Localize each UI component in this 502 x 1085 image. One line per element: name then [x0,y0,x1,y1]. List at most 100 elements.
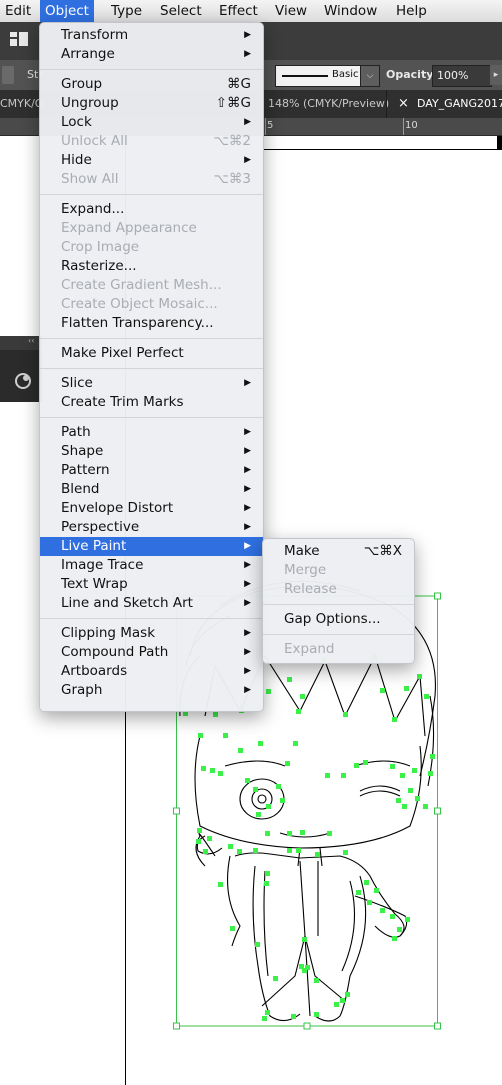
menu-item-clipping-mask[interactable]: Clipping Mask ▶ [40,624,263,643]
menu-item-graph[interactable]: Graph ▶ [40,681,263,700]
menu-item-line-and-sketch-art[interactable]: Line and Sketch Art ▶ [40,594,263,613]
menu-item-ungroup[interactable]: Ungroup ⇧⌘G [40,94,263,113]
menu-item-label: Path [61,424,91,440]
menu-item-envelope-distort[interactable]: Envelope Distort ▶ [40,499,263,518]
tab-document-2[interactable]: 148% (CMYK/Preview) [268,90,389,118]
menu-item-label: Unlock All [61,133,128,149]
menu-item-label: Blend [61,481,100,497]
menu-item-label: Crop Image [61,239,140,255]
opacity-field[interactable]: 100% [432,65,492,87]
menu-item-shortcut: ⌘G [227,76,251,92]
menu-item-label: Merge [284,562,327,578]
menu-item-text-wrap[interactable]: Text Wrap ▶ [40,575,263,594]
submenu-arrow-icon: ▶ [244,628,251,638]
ruler-label-5: 5 [267,120,274,131]
ruler-label-10: 10 [405,120,418,131]
menu-item-shortcut: ⌥⌘2 [213,133,251,149]
submenu-arrow-icon: ▶ [244,560,251,570]
menu-item-blend[interactable]: Blend ▶ [40,480,263,499]
menu-item-hide[interactable]: Hide ▶ [40,151,263,170]
menu-item-label: Expand Appearance [61,220,197,236]
ruler-tick [403,118,404,135]
menu-item-image-trace[interactable]: Image Trace ▶ [40,556,263,575]
menu-item-label: Group [61,76,103,92]
menu-item-create-object-mosaic: Create Object Mosaic... [40,295,263,314]
menu-item-compound-path[interactable]: Compound Path ▶ [40,643,263,662]
tab-divider [386,90,387,118]
menu-item-label: Expand... [61,201,125,217]
submenu-arrow-icon: ▶ [244,647,251,657]
menu-help[interactable]: Help [391,0,432,22]
menu-item-label: Transform [61,27,129,43]
menu-item-label: Arrange [61,46,115,62]
menu-item-live-paint[interactable]: Live Paint ▶ [40,537,263,556]
menu-item-gap-options[interactable]: Gap Options... [263,610,414,629]
menu-item-label: Compound Path [61,644,169,660]
menu-object[interactable]: Object [40,0,94,22]
menu-item-label: Image Trace [61,557,144,573]
menu-window[interactable]: Window [319,0,382,22]
opacity-label: Opacity: [386,68,438,81]
menu-item-shape[interactable]: Shape ▶ [40,442,263,461]
workspace-layout-icon[interactable] [10,32,28,46]
menu-item-label: Perspective [61,519,140,535]
menu-item-label: Graph [61,682,103,698]
menu-item-label: Text Wrap [61,576,128,592]
menu-item-path[interactable]: Path ▶ [40,423,263,442]
submenu-arrow-icon: ▶ [244,117,251,127]
menu-item-pattern[interactable]: Pattern ▶ [40,461,263,480]
menu-item-rasterize[interactable]: Rasterize... [40,257,263,276]
menu-item-make-pixel-perfect[interactable]: Make Pixel Perfect [40,344,263,363]
menu-item-create-trim-marks[interactable]: Create Trim Marks [40,393,263,412]
brush-name: Basic [332,69,359,80]
menu-item-unlock-all: Unlock All ⌥⌘2 [40,132,263,151]
menu-item-transform[interactable]: Transform ▶ [40,26,263,45]
menu-item-expand-appearance: Expand Appearance [40,219,263,238]
submenu-arrow-icon: ▶ [244,598,251,608]
lasso-tool-icon[interactable] [12,370,34,392]
menu-item-flatten-transparency[interactable]: Flatten Transparency... [40,314,263,333]
collapse-icon[interactable]: ‹‹ [28,336,34,345]
tab-document-1[interactable]: CMYK/O [0,90,43,118]
menu-item-label: Artboards [61,663,128,679]
menu-view[interactable]: View [270,0,312,22]
panel-header[interactable]: ‹‹ [0,336,42,350]
submenu-arrow-icon: ▶ [244,465,251,475]
menu-item-shortcut: ⌥⌘X [363,543,402,559]
menu-item-shortcut: ⌥⌘3 [213,171,251,187]
tab-close-icon[interactable]: × [398,90,409,118]
menu-item-label: Slice [61,375,93,391]
menu-item-label: Create Trim Marks [61,394,184,410]
menu-item-label: Clipping Mask [61,625,156,641]
menu-separator [40,417,263,418]
submenu-arrow-icon: ▶ [244,155,251,165]
opacity-arrow-icon[interactable]: ▸ [490,65,502,85]
menu-edit[interactable]: Edit [0,0,36,22]
menu-item-arrange[interactable]: Arrange ▶ [40,45,263,64]
menu-item-merge: Merge [263,561,414,580]
submenu-arrow-icon: ▶ [244,30,251,40]
tab-document-3[interactable]: DAY_GANG2017C [417,90,502,118]
menu-item-label: Shape [61,443,104,459]
menu-item-slice[interactable]: Slice ▶ [40,374,263,393]
menu-item-label: Rasterize... [61,258,137,274]
menu-item-lock[interactable]: Lock ▶ [40,113,263,132]
menu-select[interactable]: Select [155,0,207,22]
stroke-dropdown[interactable] [2,66,14,84]
menu-item-expand[interactable]: Expand... [40,200,263,219]
menu-item-group[interactable]: Group ⌘G [40,75,263,94]
brush-definition-field[interactable]: Basic [275,65,362,87]
brush-dropdown[interactable]: ⌵ [360,65,380,87]
tools-panel: ‹‹ [0,336,42,402]
menu-effect[interactable]: Effect [214,0,263,22]
menu-item-perspective[interactable]: Perspective ▶ [40,518,263,537]
menu-type[interactable]: Type [106,0,147,22]
submenu-arrow-icon: ▶ [244,541,251,551]
menu-item-release: Release [263,580,414,599]
menu-item-artboards[interactable]: Artboards ▶ [40,662,263,681]
menu-item-label: Create Object Mosaic... [61,296,218,312]
menu-separator [40,618,263,619]
brush-stroke-preview [282,75,328,77]
menu-item-make[interactable]: Make ⌥⌘X [263,542,414,561]
menu-item-create-gradient-mesh: Create Gradient Mesh... [40,276,263,295]
